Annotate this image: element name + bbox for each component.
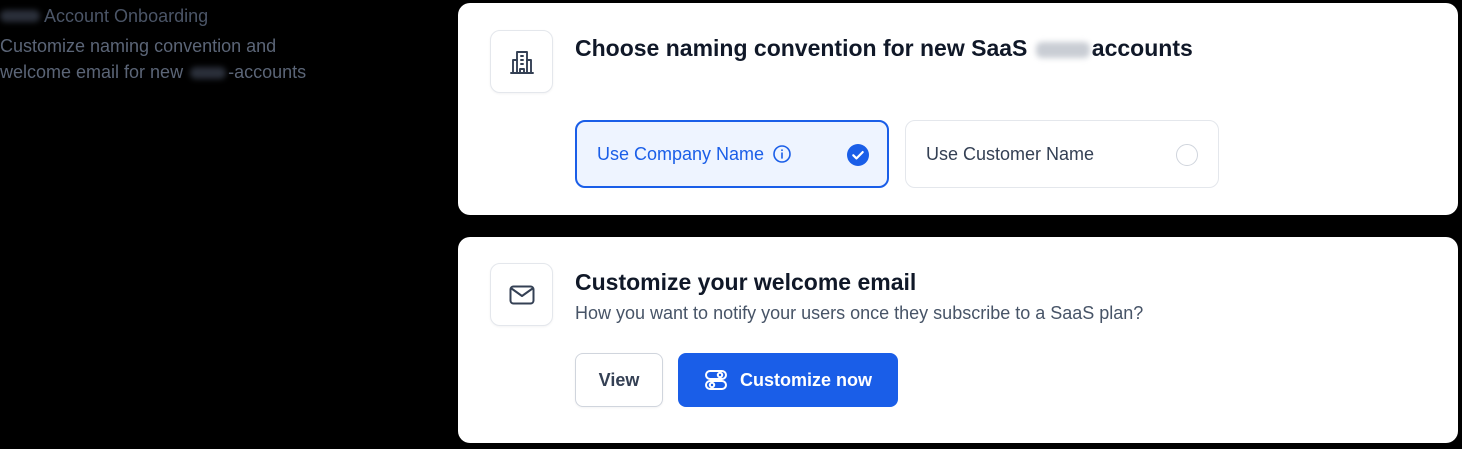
naming-card-title: Choose naming convention for new SaaS ac…: [575, 35, 1193, 62]
section-subtitle-prefix: welcome email for new: [0, 62, 184, 82]
check-circle-icon: [847, 144, 869, 166]
toggles-icon: [704, 368, 728, 392]
mail-icon-box: [490, 263, 553, 326]
mail-icon: [509, 285, 534, 304]
view-button-label: View: [598, 369, 640, 390]
option-use-customer-name[interactable]: Use Customer Name: [905, 120, 1219, 188]
page: Account Onboarding Customize naming conv…: [0, 0, 1462, 449]
section-title: Account Onboarding: [0, 5, 440, 27]
section-title-text: Account Onboarding: [44, 6, 209, 26]
option-customer-label: Use Customer Name: [926, 143, 1095, 164]
naming-card-title-suffix: accounts: [1091, 35, 1193, 61]
info-icon[interactable]: [772, 144, 792, 164]
email-card-subtitle: How you want to notify your users once t…: [575, 303, 1144, 323]
section-subtitle-line-2: welcome email for new -accounts: [0, 59, 440, 85]
building-icon: [509, 50, 534, 74]
section-subtitle-suffix: -accounts: [228, 62, 307, 82]
naming-convention-card: Choose naming convention for new SaaS ac…: [458, 3, 1458, 215]
view-button[interactable]: View: [575, 353, 663, 407]
option-company-label: Use Company Name: [597, 143, 765, 164]
redacted-text: [190, 67, 227, 80]
section-subtitle-line-1: Customize naming convention and: [0, 36, 277, 56]
section-subtitle: Customize naming convention and welcome …: [0, 33, 440, 85]
customize-now-label: Customize now: [739, 369, 872, 390]
section-description: Account Onboarding Customize naming conv…: [0, 5, 440, 85]
redacted-text: [0, 10, 40, 22]
customize-now-button[interactable]: Customize now: [678, 353, 898, 407]
radio-unselected[interactable]: [1176, 144, 1198, 166]
redacted-text: [1035, 41, 1090, 58]
email-card-title: Customize your welcome email: [575, 269, 917, 295]
welcome-email-card: Customize your welcome email How you wan…: [458, 237, 1458, 443]
option-use-company-name[interactable]: Use Company Name: [575, 120, 889, 188]
naming-card-title-prefix: Choose naming convention for new SaaS: [575, 35, 1028, 61]
building-icon-box: [490, 30, 553, 93]
